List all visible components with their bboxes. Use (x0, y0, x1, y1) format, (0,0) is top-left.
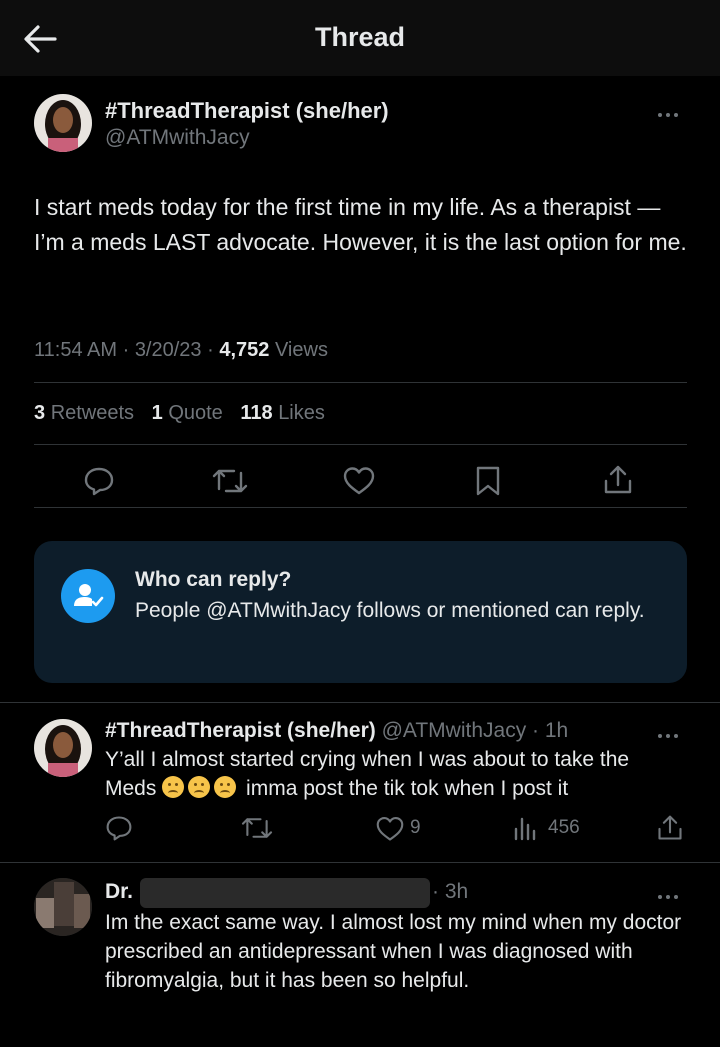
tired-emoji-icon (214, 776, 237, 798)
reply-icon (106, 816, 132, 841)
views-button[interactable] (512, 815, 538, 841)
post-date: 3/20/23 (134, 339, 202, 361)
views-label: Views (274, 339, 328, 361)
avatar-image (34, 719, 92, 777)
like-button[interactable] (342, 465, 376, 497)
views-count: 4,752 (219, 339, 270, 361)
reply-button[interactable] (105, 814, 133, 842)
post-time: 11:54 AM (34, 339, 118, 361)
frowning-emoji-icon (188, 776, 211, 798)
like-count: 9 (410, 817, 421, 838)
author-handle[interactable]: @ATMwithJacy (105, 126, 250, 150)
avatar[interactable] (34, 94, 92, 152)
analytics-icon (514, 817, 536, 841)
avatar-image (34, 94, 92, 152)
reply-settings-card: Who can reply? People @ATMwithJacy follo… (34, 541, 687, 683)
reply-settings-badge (61, 569, 115, 623)
page-title: Thread (314, 22, 406, 52)
reply-time-wrap: · 3h (432, 880, 469, 903)
post-meta: 11:54 AM · 3/20/23 · 4,752 Views (34, 339, 328, 361)
reply-header: Dr. (105, 880, 133, 904)
retweet-icon (212, 469, 248, 493)
reply-icon (84, 467, 114, 496)
retweet-button[interactable] (212, 465, 248, 497)
reply-text: Im the exact same way. I almost lost my … (105, 911, 682, 992)
disappointed-emoji-icon (162, 776, 185, 798)
quotes-stat[interactable]: 1 Quote (152, 402, 223, 424)
author-name[interactable]: #ThreadTherapist (she/her) (105, 98, 389, 124)
like-button[interactable] (375, 815, 405, 843)
reply-time: 1h (544, 719, 569, 742)
reply-avatar[interactable] (34, 878, 92, 936)
divider (0, 702, 720, 703)
likes-stat[interactable]: 118 Likes (240, 402, 325, 424)
share-icon (604, 465, 632, 494)
reply-header: #ThreadTherapist (she/her) @ATMwithJacy … (105, 719, 569, 742)
top-bar: Thread (0, 0, 720, 76)
user-check-icon (74, 584, 104, 607)
redacted-name-blur (140, 878, 430, 908)
more-options-icon[interactable] (656, 886, 686, 899)
reply-text-line: Y’all I almost started crying when I was… (105, 748, 630, 771)
post-text: I start meds today for the first time in… (34, 194, 687, 255)
share-button[interactable] (602, 463, 634, 497)
reply-settings-description: People @ATMwithJacy follows or mentioned… (135, 599, 645, 622)
divider (34, 507, 687, 508)
reply-text: Y’all I almost started crying when I was… (105, 745, 685, 803)
bookmark-icon (476, 466, 500, 496)
retweets-stat[interactable]: 3 Retweets (34, 402, 134, 424)
reply-text-line: Meds imma post the tik tok when I post i… (105, 776, 569, 800)
divider (34, 444, 687, 445)
reply-settings-title: Who can reply? (135, 568, 292, 591)
heart-icon (376, 817, 404, 841)
bookmark-button[interactable] (474, 465, 502, 497)
share-icon (658, 815, 682, 840)
engagement-stats: 3 Retweets 1 Quote 118 Likes (34, 402, 325, 425)
reply-author-handle[interactable]: @ATMwithJacy (382, 719, 527, 742)
views-count: 456 (548, 817, 580, 838)
reply-author-name[interactable]: Dr. (105, 880, 133, 903)
reply-button[interactable] (83, 465, 115, 497)
reply-avatar[interactable] (34, 719, 92, 777)
avatar-image-blurred (34, 878, 92, 936)
heart-icon (343, 467, 375, 495)
divider (34, 382, 687, 383)
retweet-icon (241, 818, 273, 838)
more-options-icon[interactable] (656, 104, 686, 117)
retweet-button[interactable] (241, 814, 273, 842)
divider (0, 862, 720, 863)
more-options-icon[interactable] (656, 725, 686, 738)
share-button[interactable] (656, 813, 684, 843)
reply-author-name[interactable]: #ThreadTherapist (she/her) (105, 719, 376, 742)
reply-time: 3h (444, 880, 469, 903)
